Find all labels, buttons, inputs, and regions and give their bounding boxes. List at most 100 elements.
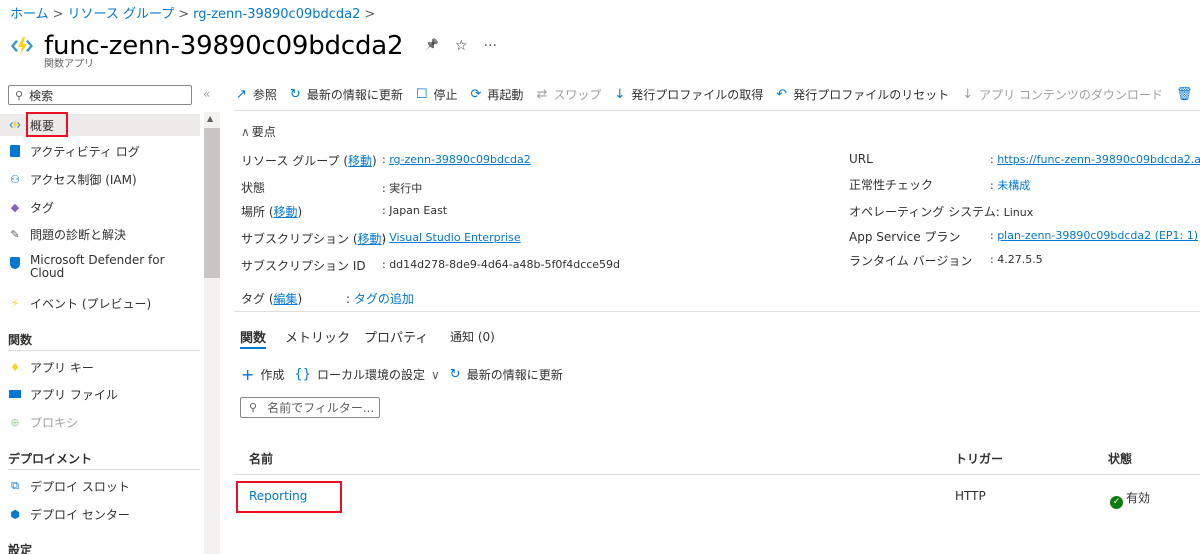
browse-icon: ↗ xyxy=(236,86,247,102)
download-app-content-button[interactable]: ↓ アプリ コンテンツのダウンロード xyxy=(962,86,1163,103)
move-location-link[interactable]: 移動 xyxy=(274,205,298,219)
section-divider xyxy=(8,469,200,470)
sidebar-item-events[interactable]: ⚡ イベント (プレビュー) xyxy=(0,293,200,313)
tab-notifications[interactable]: 通知 (0) xyxy=(450,328,495,345)
breadcrumb-resource-groups[interactable]: リソース グループ xyxy=(68,7,175,22)
star-icon[interactable]: ☆ xyxy=(455,38,468,54)
tab-properties[interactable]: プロパティ xyxy=(364,327,428,346)
download-icon: ↓ xyxy=(614,86,626,102)
breadcrumb-resource-group[interactable]: rg-zenn-39890c09bdcda2 xyxy=(193,7,360,22)
essentials-label-status: 状態 xyxy=(241,181,266,195)
restart-button[interactable]: ⟳ 再起動 xyxy=(471,86,524,103)
sidebar-item-iam[interactable]: ⚇ アクセス制御 (IAM) xyxy=(0,169,200,189)
essentials-label-runtime: ランタイム バージョン xyxy=(849,254,973,268)
toolbar-divider xyxy=(234,110,1200,111)
stop-button[interactable]: ☐ 停止 xyxy=(416,86,458,103)
refresh-button[interactable]: ↻ 最新の情報に更新 xyxy=(290,86,403,103)
swap-button[interactable]: ⇄ スワップ xyxy=(536,86,601,103)
trash-icon: 🗑 xyxy=(1175,86,1193,102)
url-link[interactable]: https://func-zenn-39890c09bdcda2.azur xyxy=(997,153,1200,166)
sidebar-search-input[interactable]: ⚲ 検索 xyxy=(8,85,192,105)
page-title: func-zenn-39890c09bdcda2 xyxy=(44,31,404,61)
column-header-name[interactable]: 名前 xyxy=(249,450,273,467)
essentials-value-plan: : plan-zenn-39890c09bdcda2 (EP1: 1) xyxy=(990,229,1199,242)
scroll-up-icon[interactable]: ▲ xyxy=(207,114,213,123)
search-icon: ⚲ xyxy=(249,401,258,414)
function-status: ✓ 有効 xyxy=(1110,489,1150,509)
breadcrumb: ホーム > リソース グループ > rg-zenn-39890c09bdcda2 > xyxy=(10,3,379,22)
get-publish-profile-button[interactable]: ↓ 発行プロファイルの取得 xyxy=(614,86,763,103)
checkmark-icon: ✓ xyxy=(1110,495,1123,509)
essentials-value-resource-group: : rg-zenn-39890c09bdcda2 xyxy=(382,153,531,166)
section-divider xyxy=(8,350,200,351)
function-filter-input[interactable]: ⚲ 名前でフィルター... xyxy=(240,397,380,418)
log-icon xyxy=(8,144,22,158)
function-app-icon xyxy=(11,37,33,55)
browse-button[interactable]: ↗ 参照 xyxy=(236,86,277,103)
people-icon: ⚇ xyxy=(10,172,20,186)
reset-publish-profile-button[interactable]: ↶ 発行プロファイルのリセット xyxy=(776,86,949,103)
functions-command-bar: + 作成 {} ローカル環境の設定 ∨ ↻ 最新の情報に更新 xyxy=(241,365,573,384)
sidebar-item-defender[interactable]: Microsoft Defender for Cloud xyxy=(0,254,200,284)
sidebar-item-diagnose[interactable]: ✎ 問題の診断と解決 xyxy=(0,224,200,244)
delete-button[interactable]: 🗑 xyxy=(1176,87,1199,102)
sidebar-item-activity-log[interactable]: アクティビティ ログ xyxy=(0,141,200,161)
sidebar-item-app-keys[interactable]: ♦ アプリ キー xyxy=(0,357,200,377)
add-tags-link[interactable]: タグの追加 xyxy=(354,292,414,306)
tag-icon: ◆ xyxy=(10,200,20,214)
essentials-value-location: : Japan East xyxy=(382,204,448,217)
essentials-label-subscription-id: サブスクリプション ID xyxy=(241,259,366,273)
move-resource-group-link[interactable]: 移動 xyxy=(348,154,372,168)
subscription-link[interactable]: Visual Studio Enterprise xyxy=(389,231,520,244)
refresh-icon: ↻ xyxy=(449,367,461,382)
section-header-functions: 関数 xyxy=(8,333,33,347)
plus-icon: + xyxy=(241,365,255,384)
code-icon: {} xyxy=(294,367,311,382)
proxy-icon: ⊕ xyxy=(10,415,20,429)
page-subtitle: 関数アプリ xyxy=(44,59,94,70)
essentials-label-subscription: サブスクリプション (移動) xyxy=(241,232,387,246)
restart-icon: ⟳ xyxy=(470,86,482,102)
column-header-status[interactable]: 状態 xyxy=(1108,450,1132,467)
essentials-label-health-check: 正常性チェック xyxy=(849,178,934,192)
health-check-link[interactable]: 未構成 xyxy=(997,179,1030,192)
pin-icon[interactable]: 📌 xyxy=(425,38,439,54)
essentials-divider xyxy=(234,311,1200,312)
download-icon: ↓ xyxy=(962,86,974,102)
essentials-label-location: 場所 (移動) xyxy=(241,205,303,219)
chevron-up-icon: ∧ xyxy=(241,125,250,139)
swap-icon: ⇄ xyxy=(536,86,548,102)
breadcrumb-separator: > xyxy=(364,7,376,22)
resource-group-link[interactable]: rg-zenn-39890c09bdcda2 xyxy=(389,153,531,166)
lightning-icon xyxy=(8,118,22,132)
sidebar-item-app-files[interactable]: アプリ ファイル xyxy=(0,384,200,404)
app-service-plan-link[interactable]: plan-zenn-39890c09bdcda2 (EP1: 1) xyxy=(997,229,1198,242)
essentials-toggle[interactable]: ∧ 要点 xyxy=(241,123,276,140)
local-env-setup-button[interactable]: {} ローカル環境の設定 ∨ xyxy=(294,366,439,383)
column-header-trigger[interactable]: トリガー xyxy=(955,450,1003,467)
sidebar-item-deploy-slots[interactable]: ⧉ デプロイ スロット xyxy=(0,476,200,496)
essentials-value-subscription: : Visual Studio Enterprise xyxy=(382,231,521,244)
sidebar-item-tags[interactable]: ◆ タグ xyxy=(0,197,200,217)
sidebar-item-proxies[interactable]: ⊕ プロキシ xyxy=(0,412,200,432)
tab-metrics[interactable]: メトリック xyxy=(285,327,350,346)
sidebar: ⚲ 検索 « ▲ 概要 アクティビティ ログ ⚇ アクセス制御 (IAM) ◆ … xyxy=(0,82,222,554)
shield-icon xyxy=(8,256,22,270)
essentials-value-os: Linux xyxy=(1003,206,1034,219)
create-function-button[interactable]: + 作成 xyxy=(241,365,284,384)
more-icon[interactable]: ··· xyxy=(484,38,497,54)
collapse-sidebar-icon[interactable]: « xyxy=(203,87,210,101)
key-icon: ♦ xyxy=(10,360,20,374)
sidebar-item-deploy-center[interactable]: ⬢ デプロイ センター xyxy=(0,504,200,524)
cube-icon: ⬢ xyxy=(10,507,20,521)
sidebar-scroll-thumb[interactable] xyxy=(204,128,220,278)
functions-refresh-button[interactable]: ↻ 最新の情報に更新 xyxy=(450,366,563,383)
essentials-value-subscription-id: : dd14d278-8de9-4d64-a48b-5f0f4dcce59d xyxy=(382,258,621,271)
move-subscription-link[interactable]: 移動 xyxy=(358,232,382,246)
breadcrumb-home[interactable]: ホーム xyxy=(10,7,49,22)
essentials-label-resource-group: リソース グループ (移動) xyxy=(241,154,377,168)
tab-functions[interactable]: 関数 xyxy=(240,327,266,346)
function-name-link[interactable]: Reporting xyxy=(249,489,307,503)
edit-tags-link[interactable]: 編集 xyxy=(274,292,298,306)
highlight-box-overview xyxy=(26,112,68,137)
